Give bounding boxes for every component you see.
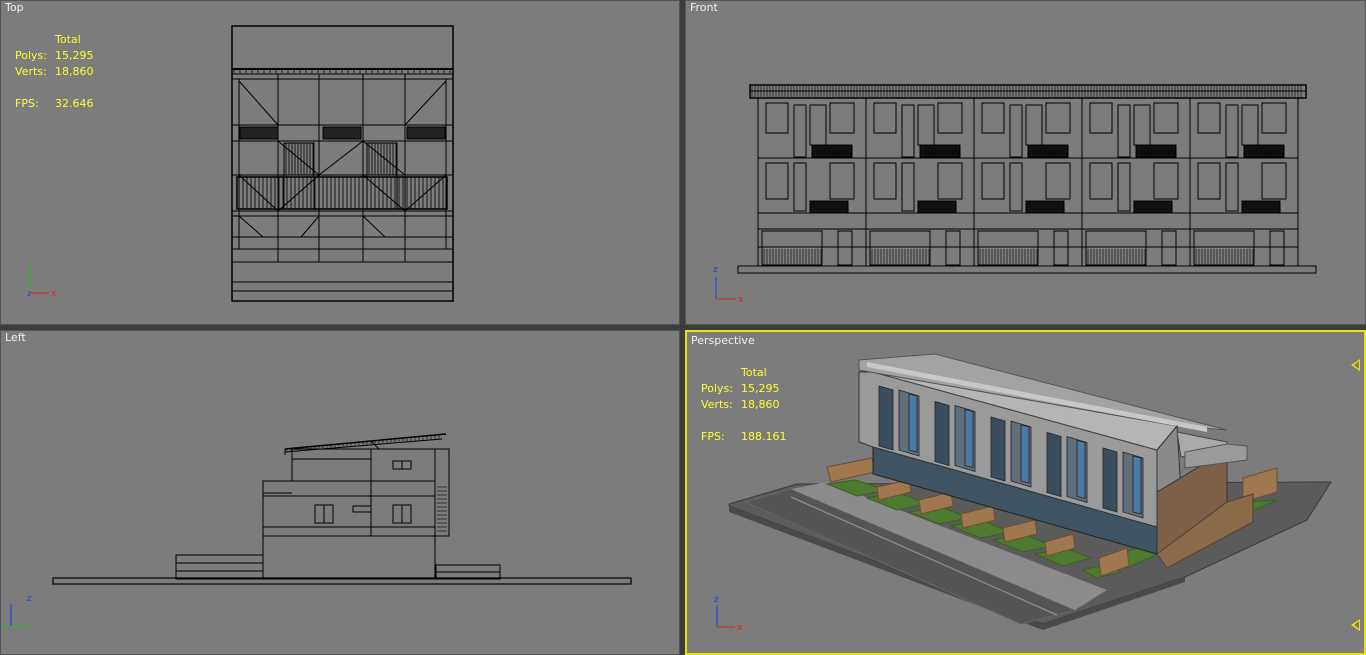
axis-label-vertical: z	[27, 594, 32, 604]
axis-label-horizontal: x	[738, 295, 744, 303]
viewport-edge-marker-top[interactable]	[1351, 359, 1360, 371]
viewport-edge-marker-bottom[interactable]	[1351, 619, 1360, 631]
viewport-left[interactable]: Left z y	[0, 330, 680, 655]
axis-gizmo-top: y x z	[21, 263, 61, 303]
rendered-building-perspective	[728, 353, 1332, 630]
axis-label-horizontal: x	[51, 289, 57, 299]
axis-gizmo-perspective: z x	[709, 594, 749, 634]
viewport-top[interactable]: Top Total Polys: 15,295 Verts: 18,860 FPS:…	[0, 0, 680, 325]
viewport-perspective[interactable]: Perspective Total Polys: 15,295 Verts: 18,…	[685, 330, 1366, 655]
viewport-front[interactable]: Front z x	[685, 0, 1366, 325]
axis-gizmo-left: z y	[3, 593, 43, 633]
axis-label-depth: z	[27, 289, 31, 298]
axis-label-vertical: y	[27, 263, 33, 273]
axis-label-horizontal: y	[3, 622, 9, 632]
wireframe-front-elevation	[737, 84, 1317, 274]
axis-label-vertical: z	[713, 265, 718, 275]
wireframe-top-plan	[231, 25, 454, 302]
axis-label-vertical: z	[714, 595, 719, 605]
wireframe-left-elevation	[52, 433, 632, 585]
axis-gizmo-front: z x	[708, 263, 748, 305]
axis-label-horizontal: x	[737, 623, 743, 633]
